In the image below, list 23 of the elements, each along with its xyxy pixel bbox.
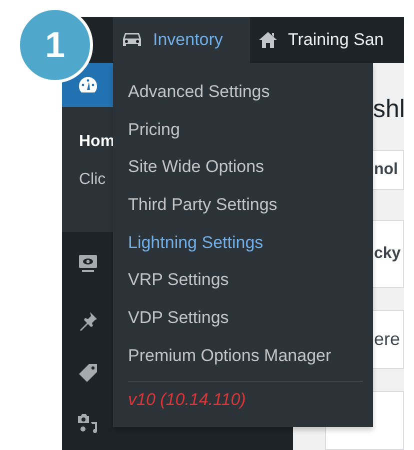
pin-icon: [78, 311, 98, 331]
menu-item[interactable]: Advanced Settings: [113, 73, 373, 111]
menu-item[interactable]: VRP Settings: [113, 261, 373, 300]
home-icon: [258, 31, 278, 49]
car-icon: [121, 31, 143, 49]
menu-item[interactable]: VDP Settings: [113, 299, 373, 337]
page-heading: shl: [372, 94, 404, 118]
panel-text: cky: [374, 245, 401, 264]
menu-item[interactable]: Third Party Settings: [113, 186, 373, 224]
panel-text: nol: [374, 160, 398, 179]
step-badge: 1: [17, 7, 93, 83]
menu-item[interactable]: Lightning Settings: [113, 224, 373, 262]
tag-icon: [78, 363, 98, 383]
menu-item[interactable]: Premium Options Manager: [113, 336, 373, 374]
menu-item[interactable]: Pricing: [113, 110, 373, 148]
version-text: v10 (10.14.110): [127, 390, 246, 410]
menu-item[interactable]: Site Wide Options: [113, 148, 373, 186]
admin-bar-item[interactable]: Training San: [250, 17, 396, 63]
admin-bar-item[interactable]: Inventory: [113, 17, 250, 63]
dashboard-icon: [78, 76, 98, 94]
panel-text: ere: [374, 329, 400, 350]
monitor-icon: [78, 253, 98, 273]
media-icon: [76, 413, 98, 433]
